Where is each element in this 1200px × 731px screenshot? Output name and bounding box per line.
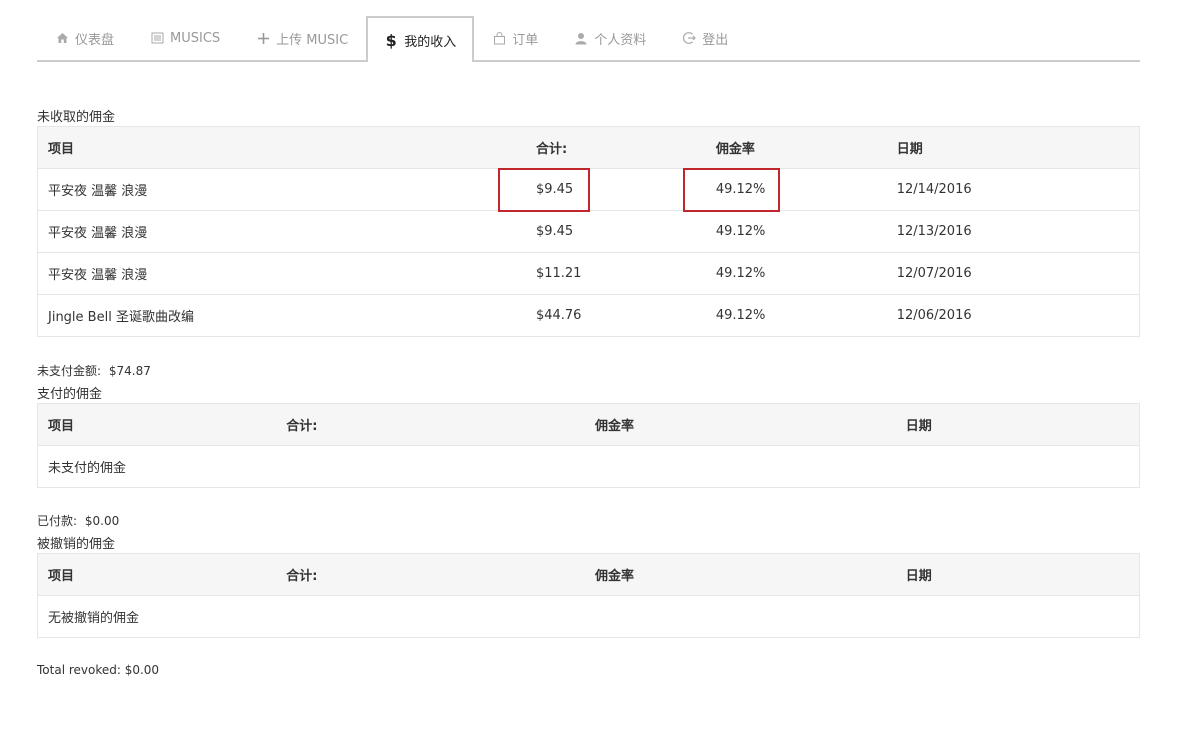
tab-label: 订单 bbox=[512, 32, 539, 48]
table-header-row: 项目 合计: 佣金率 日期 bbox=[37, 553, 1140, 596]
item-cell: 平安夜 温馨 浪漫 bbox=[37, 168, 526, 211]
highlight-box bbox=[682, 168, 780, 212]
logout-icon bbox=[682, 31, 697, 45]
column-header: 佣金率 bbox=[705, 126, 887, 169]
total-cell: $9.45 bbox=[525, 210, 706, 253]
column-header: 佣金率 bbox=[585, 553, 896, 596]
plus-icon bbox=[256, 31, 270, 45]
tab-dashboard[interactable]: 仪表盘 bbox=[37, 16, 132, 60]
tab-musics[interactable]: MUSICS bbox=[132, 16, 238, 60]
bag-icon bbox=[492, 31, 506, 45]
table-row: 平安夜 温馨 浪漫 $11.21 49.12% 12/07/2016 bbox=[37, 252, 1140, 295]
unpaid-total-value: $74.87 bbox=[108, 364, 151, 378]
rate-cell: 49.12% bbox=[715, 308, 766, 323]
home-icon bbox=[55, 31, 69, 45]
item-cell: 平安夜 温馨 浪漫 bbox=[37, 252, 526, 295]
empty-message: 无被撤销的佣金 bbox=[48, 611, 140, 626]
unpaid-section-title: 未收取的佣金 bbox=[37, 110, 116, 125]
list-icon bbox=[150, 31, 164, 45]
paid-total: 已付款: $0.00 bbox=[37, 512, 119, 529]
table-row: 未支付的佣金 bbox=[38, 446, 1140, 488]
revoked-total: Total revoked: $0.00 bbox=[37, 663, 160, 677]
column-header: 项目 bbox=[37, 553, 277, 596]
column-header: 日期 bbox=[886, 126, 1140, 169]
rate-cell: 49.12% bbox=[705, 210, 887, 253]
total-cell: $44.76 bbox=[535, 308, 582, 323]
total-cell: $9.45 bbox=[497, 168, 706, 212]
tab-label: 仪表盘 bbox=[75, 32, 115, 48]
date-cell: 12/14/2016 bbox=[886, 168, 1140, 211]
rate-cell: 49.12% bbox=[705, 252, 887, 295]
table-header-row: 项目 合计: 佣金率 日期 bbox=[37, 403, 1140, 446]
unpaid-table: 项目 合计: 佣金率 日期 平安夜 温馨 浪漫 $9.45 49.12% 12/… bbox=[37, 126, 1140, 337]
dollar-icon: $ bbox=[385, 30, 397, 50]
table-row: Jingle Bell 圣诞歌曲改编 $44.76 49.12% 12/06/2… bbox=[38, 295, 1140, 337]
table-header-row: 项目 合计: 佣金率 日期 bbox=[37, 126, 1140, 169]
rate-cell: 49.12% bbox=[682, 168, 887, 212]
tab-upload-music[interactable]: 上传 MUSIC bbox=[238, 16, 366, 60]
revoked-section-title: 被撤销的佣金 bbox=[37, 537, 116, 552]
date-cell: 12/06/2016 bbox=[896, 308, 972, 323]
paid-total-label: 已付款: bbox=[37, 514, 78, 528]
column-header: 日期 bbox=[895, 403, 1140, 446]
column-header: 项目 bbox=[37, 126, 526, 169]
tab-label: 个人资料 bbox=[594, 32, 647, 48]
user-icon bbox=[574, 31, 588, 45]
item-cell: 平安夜 温馨 浪漫 bbox=[37, 210, 526, 253]
table-row: 无被撤销的佣金 bbox=[38, 596, 1140, 638]
unpaid-total-label: 未支付金额: bbox=[37, 364, 102, 378]
nav-tabs: 仪表盘 MUSICS 上传 MUSIC $ 我的收入 订单 个人资料 登出 bbox=[37, 0, 1140, 62]
table-row: 平安夜 温馨 浪漫 $9.45 49.12% 12/13/2016 bbox=[37, 210, 1140, 253]
highlight-box bbox=[497, 168, 590, 212]
column-header: 合计: bbox=[276, 553, 585, 596]
paid-table: 项目 合计: 佣金率 日期 未支付的佣金 bbox=[37, 403, 1140, 488]
unpaid-total: 未支付金额: $74.87 bbox=[37, 362, 151, 379]
paid-section-title: 支付的佣金 bbox=[37, 387, 103, 402]
tab-logout[interactable]: 登出 bbox=[664, 16, 746, 60]
revoked-table: 项目 合计: 佣金率 日期 无被撤销的佣金 bbox=[37, 553, 1140, 638]
tab-label: 我的收入 bbox=[404, 34, 457, 50]
column-header: 项目 bbox=[37, 403, 277, 446]
tab-profile[interactable]: 个人资料 bbox=[556, 16, 664, 60]
date-cell: 12/13/2016 bbox=[886, 210, 1140, 253]
date-cell: 12/07/2016 bbox=[886, 252, 1140, 295]
column-header: 日期 bbox=[895, 553, 1140, 596]
tab-label: 上传 MUSIC bbox=[276, 32, 349, 48]
paid-total-value: $0.00 bbox=[84, 514, 120, 528]
tab-label: 登出 bbox=[702, 32, 729, 48]
column-header: 合计: bbox=[276, 403, 585, 446]
tab-my-earnings[interactable]: $ 我的收入 bbox=[366, 16, 475, 62]
empty-message: 未支付的佣金 bbox=[48, 461, 127, 476]
column-header: 合计: bbox=[525, 126, 706, 169]
tab-orders[interactable]: 订单 bbox=[474, 16, 556, 60]
total-cell: $11.21 bbox=[525, 252, 706, 295]
tab-label: MUSICS bbox=[170, 30, 221, 46]
item-cell: Jingle Bell 圣诞歌曲改编 bbox=[48, 310, 194, 325]
table-row: 平安夜 温馨 浪漫 $9.45 49.12% 12/14/2016 bbox=[37, 168, 1140, 212]
earnings-page: 仪表盘 MUSICS 上传 MUSIC $ 我的收入 订单 个人资料 登出 未收… bbox=[37, 0, 1140, 677]
column-header: 佣金率 bbox=[585, 403, 896, 446]
